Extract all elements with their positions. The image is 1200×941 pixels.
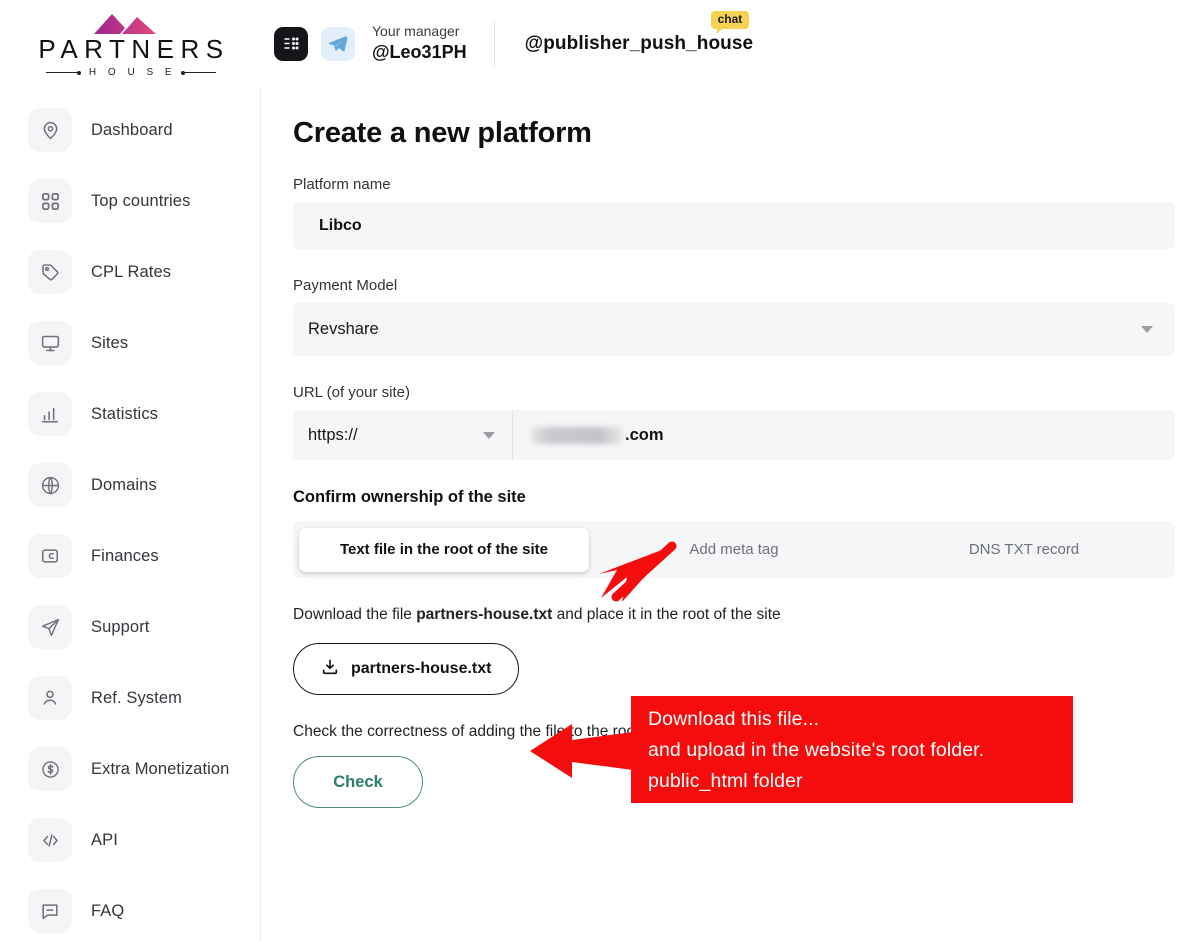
- verification-method-tabs: Text file in the root of the site Add me…: [293, 521, 1175, 578]
- sidebar-item-dashboard[interactable]: Dashboard: [0, 106, 260, 154]
- sidebar-item-statistics[interactable]: Statistics: [0, 390, 260, 438]
- sidebar-item-domains[interactable]: Domains: [0, 461, 260, 509]
- logo-house-text: H O U S E: [86, 67, 176, 78]
- ownership-heading: Confirm ownership of the site: [293, 488, 1174, 507]
- manager-handle[interactable]: @Leo31PH: [372, 41, 467, 64]
- sidebar-item-label: FAQ: [91, 902, 124, 921]
- tab-dns-txt[interactable]: DNS TXT record: [879, 528, 1169, 572]
- payment-model-label: Payment Model: [293, 277, 1174, 294]
- sidebar-item-label: API: [91, 831, 118, 850]
- sidebar-item-cpl-rates[interactable]: CPL Rates: [0, 248, 260, 296]
- code-brackets-icon: [28, 818, 72, 862]
- partners-house-logo[interactable]: PARTNERS H O U S E: [0, 0, 262, 87]
- sidebar-item-finances[interactable]: Finances: [0, 532, 260, 580]
- payment-model-select[interactable]: Revshare: [293, 303, 1175, 356]
- dollar-circle-icon: [28, 747, 72, 791]
- location-pin-icon: [28, 108, 72, 152]
- sidebar-item-label: CPL Rates: [91, 263, 171, 282]
- manager-block: Your manager @Leo31PH: [372, 21, 467, 67]
- spacer: [293, 578, 1174, 606]
- download-icon: [321, 658, 339, 681]
- logo-subtitle: H O U S E: [46, 67, 216, 78]
- check-button[interactable]: Check: [293, 756, 423, 808]
- tag-icon: [28, 250, 72, 294]
- url-label: URL (of your site): [293, 384, 1174, 401]
- wallet-icon: [28, 534, 72, 578]
- protocol-select[interactable]: https://: [293, 410, 513, 460]
- logo-rule-left: [46, 72, 80, 73]
- monitor-icon: [28, 321, 72, 365]
- sidebar-item-faq[interactable]: FAQ: [0, 887, 260, 935]
- spacer: [293, 249, 1174, 277]
- publisher-handle[interactable]: @publisher_push_house: [525, 33, 754, 54]
- sidebar-item-label: Support: [91, 618, 150, 637]
- sidebar-item-label: Extra Monetization: [91, 760, 229, 779]
- paper-plane-icon: [28, 605, 72, 649]
- sidebar-item-label: Statistics: [91, 405, 158, 424]
- sidebar-item-extra-monetization[interactable]: Extra Monetization: [0, 745, 260, 793]
- grid-squares-icon: [28, 179, 72, 223]
- sidebar-item-support[interactable]: Support: [0, 603, 260, 651]
- app-root: PARTNERS H O U S E: [0, 0, 1200, 941]
- sidebar-item-label: Dashboard: [91, 121, 173, 140]
- download-hint-prefix: Download the file: [293, 606, 416, 623]
- header-divider: [494, 21, 495, 67]
- sidebar-nav: Dashboard Top countries CPL Rates: [0, 87, 261, 941]
- page-title: Create a new platform: [293, 117, 1174, 150]
- download-hint-suffix: and place it in the root of the site: [552, 606, 780, 623]
- user-icon: [28, 676, 72, 720]
- payment-model-value: Revshare: [308, 320, 379, 339]
- sidebar-item-label: Sites: [91, 334, 128, 353]
- chevron-down-icon: [1141, 326, 1153, 333]
- download-hint: Download the file partners-house.txt and…: [293, 606, 1174, 624]
- telegram-icon[interactable]: [321, 27, 355, 61]
- main-content: Create a new platform Platform name Libc…: [261, 87, 1200, 941]
- logo-rule-right: [182, 72, 216, 73]
- protocol-value: https://: [308, 426, 358, 445]
- apps-grid-icon[interactable]: [274, 27, 308, 61]
- url-tld: .com: [625, 426, 664, 445]
- url-field-group: https:// .com: [293, 410, 1175, 460]
- check-hint: Check the correctness of adding the file…: [293, 723, 1174, 741]
- url-input[interactable]: .com: [513, 410, 1175, 460]
- chevron-down-icon: [483, 432, 495, 439]
- sidebar-item-label: Ref. System: [91, 689, 182, 708]
- sidebar-item-ref-system[interactable]: Ref. System: [0, 674, 260, 722]
- sidebar-item-label: Finances: [91, 547, 159, 566]
- spacer: [293, 695, 1174, 723]
- globe-icon: [28, 463, 72, 507]
- platform-name-input[interactable]: Libco: [293, 202, 1175, 249]
- chat-bubble-icon: [28, 889, 72, 933]
- sidebar-item-top-countries[interactable]: Top countries: [0, 177, 260, 225]
- mountain-logo-icon: [92, 11, 170, 35]
- bar-chart-icon: [28, 392, 72, 436]
- logo-wordmark: PARTNERS: [32, 36, 229, 62]
- publisher-block: @publisher_push_house chat: [525, 33, 754, 55]
- download-button-label: partners-house.txt: [351, 660, 491, 678]
- sidebar-item-label: Domains: [91, 476, 157, 495]
- redacted-domain: [531, 427, 623, 444]
- sidebar-item-sites[interactable]: Sites: [0, 319, 260, 367]
- download-hint-filename: partners-house.txt: [416, 606, 552, 623]
- sidebar-item-label: Top countries: [91, 192, 190, 211]
- download-file-button[interactable]: partners-house.txt: [293, 643, 519, 695]
- spacer: [293, 356, 1174, 384]
- sidebar-item-api[interactable]: API: [0, 816, 260, 864]
- top-header: PARTNERS H O U S E: [0, 0, 1200, 87]
- spacer: [293, 460, 1174, 488]
- manager-label: Your manager: [372, 22, 467, 41]
- header-icon-group: [274, 27, 355, 61]
- tab-text-file[interactable]: Text file in the root of the site: [299, 528, 589, 572]
- platform-name-label: Platform name: [293, 176, 1174, 193]
- tab-meta-tag[interactable]: Add meta tag: [589, 528, 879, 572]
- chat-badge[interactable]: chat: [711, 11, 750, 29]
